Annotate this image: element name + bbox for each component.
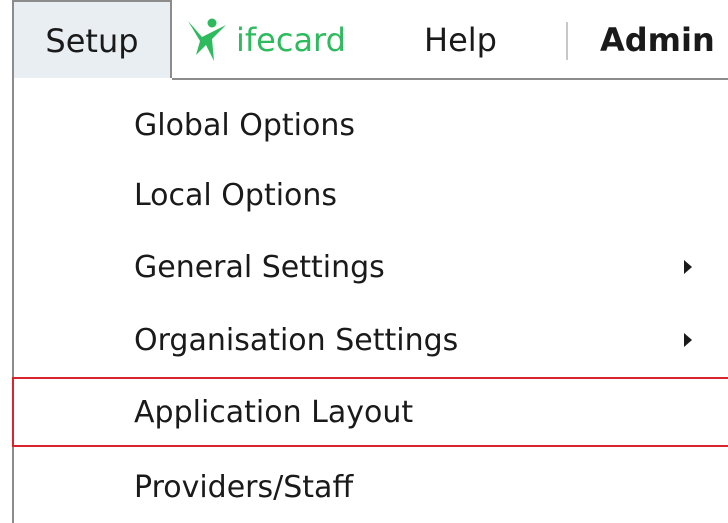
menu-item-application-layout[interactable]: Application Layout: [12, 377, 728, 447]
menu-help-label: Help: [424, 21, 497, 59]
menu-admin[interactable]: Admin: [600, 8, 715, 72]
menu-item-general-settings[interactable]: General Settings: [12, 230, 728, 304]
submenu-arrow-icon: [684, 333, 692, 347]
menu-lifecard[interactable]: ifecard: [182, 8, 346, 72]
menu-item-local-options[interactable]: Local Options: [12, 158, 728, 232]
menu-setup-label: Setup: [45, 22, 139, 60]
menu-item-label: Global Options: [134, 107, 355, 143]
menu-bar: Setup ifecard Help Admin: [0, 0, 728, 80]
menu-help[interactable]: Help: [424, 8, 497, 72]
lifecard-logo-icon: [188, 18, 226, 61]
dropdown-top-border: [172, 78, 728, 80]
menu-separator: [566, 22, 568, 60]
submenu-arrow-icon: [684, 260, 692, 274]
menu-item-global-options[interactable]: Global Options: [12, 88, 728, 162]
menu-setup[interactable]: Setup: [12, 0, 172, 80]
menu-item-label: Providers/Staff: [134, 469, 354, 505]
menu-item-providers-staff[interactable]: Providers/Staff: [12, 450, 728, 523]
menu-item-label: Local Options: [134, 177, 338, 213]
menu-item-organisation-settings[interactable]: Organisation Settings: [12, 303, 728, 377]
menu-admin-label: Admin: [600, 21, 715, 59]
menu-lifecard-label: ifecard: [236, 21, 346, 59]
menu-item-label: Organisation Settings: [134, 322, 459, 358]
menu-item-label: General Settings: [134, 249, 385, 285]
menu-item-label: Application Layout: [134, 394, 414, 430]
